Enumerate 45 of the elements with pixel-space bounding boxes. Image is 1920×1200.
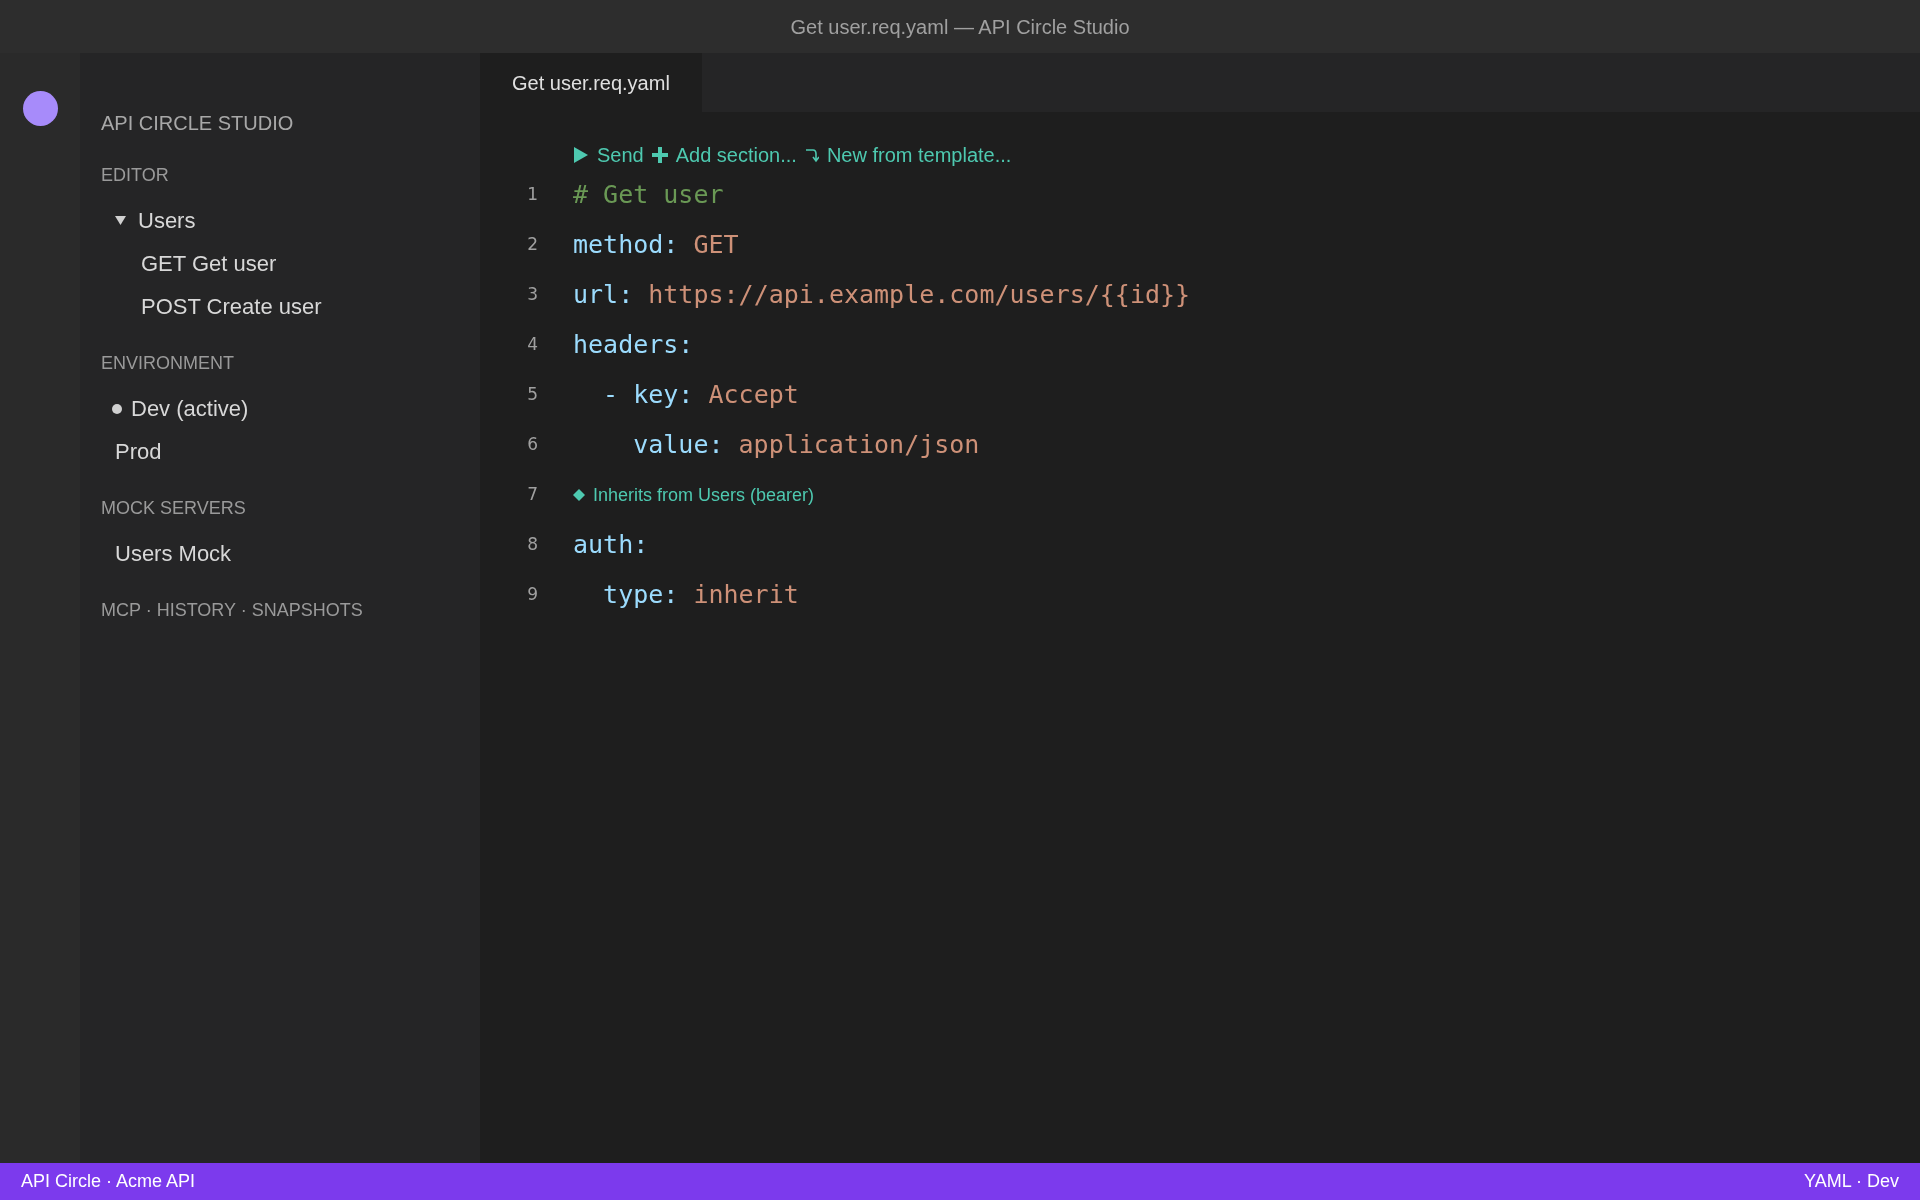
codelens-hint[interactable]: Inherits from Users (bearer) — [573, 481, 815, 509]
section-heading: MCP · HISTORY · SNAPSHOTS — [101, 599, 364, 622]
item-label: Dev (active) — [131, 395, 249, 423]
section-heading: MOCK SERVERS — [101, 497, 247, 520]
item-label: Users — [138, 207, 196, 235]
item-label: Prod — [115, 438, 162, 466]
logo-icon[interactable] — [22, 91, 58, 126]
code-line: type: inherit — [602, 580, 799, 610]
sidebar-item[interactable]: Prod — [101, 430, 480, 473]
item-label: Users Mock — [115, 540, 232, 568]
tree-item[interactable]: GET Get user — [101, 242, 480, 285]
code-line: url: https://api.example.com/users/{{id}} — [573, 280, 1191, 310]
section-heading: EDITOR — [101, 164, 170, 187]
codelens-action[interactable]: Add section... — [651, 140, 797, 170]
window-title: Get user.req.yaml — API Circle Studio — [790, 14, 1130, 40]
line-number: 9 — [526, 583, 538, 607]
play-icon — [573, 146, 589, 164]
sidebar-title: API CIRCLE STUDIO — [101, 111, 295, 136]
line-number: 4 — [526, 333, 538, 357]
tree-item[interactable]: POST Create user — [101, 285, 480, 328]
editor-tab[interactable]: Get user.req.yaml — [480, 53, 702, 112]
code-line: auth: — [573, 530, 649, 560]
plus-icon — [651, 147, 668, 163]
diamond-icon — [573, 489, 585, 501]
sidebar-item[interactable]: Dev (active) — [101, 387, 480, 430]
sidebar-item[interactable]: Users Mock — [101, 532, 480, 575]
sidebar-item[interactable]: Users — [101, 199, 480, 242]
codelens-action[interactable]: New from template... — [804, 140, 1012, 170]
code-line: value: application/json — [632, 430, 980, 460]
code-line: # Get user — [573, 180, 724, 210]
line-number: 1 — [526, 183, 538, 207]
code-line: method: GET — [573, 230, 739, 260]
line-number: 3 — [526, 283, 538, 307]
code-line: headers: — [573, 330, 694, 360]
line-number: 7 — [526, 483, 538, 507]
line-number: 5 — [526, 383, 538, 407]
line-number: 6 — [526, 433, 538, 457]
status-left: API Circle · Acme API — [21, 1170, 196, 1193]
codelens-action[interactable]: Send — [573, 140, 644, 170]
status-right: YAML · Dev — [1803, 1170, 1899, 1193]
code-line: - key: Accept — [602, 380, 799, 410]
turn-arrow-icon — [804, 147, 819, 163]
section-heading: ENVIRONMENT — [101, 352, 235, 375]
line-number: 8 — [526, 533, 538, 557]
line-number: 2 — [526, 233, 538, 257]
